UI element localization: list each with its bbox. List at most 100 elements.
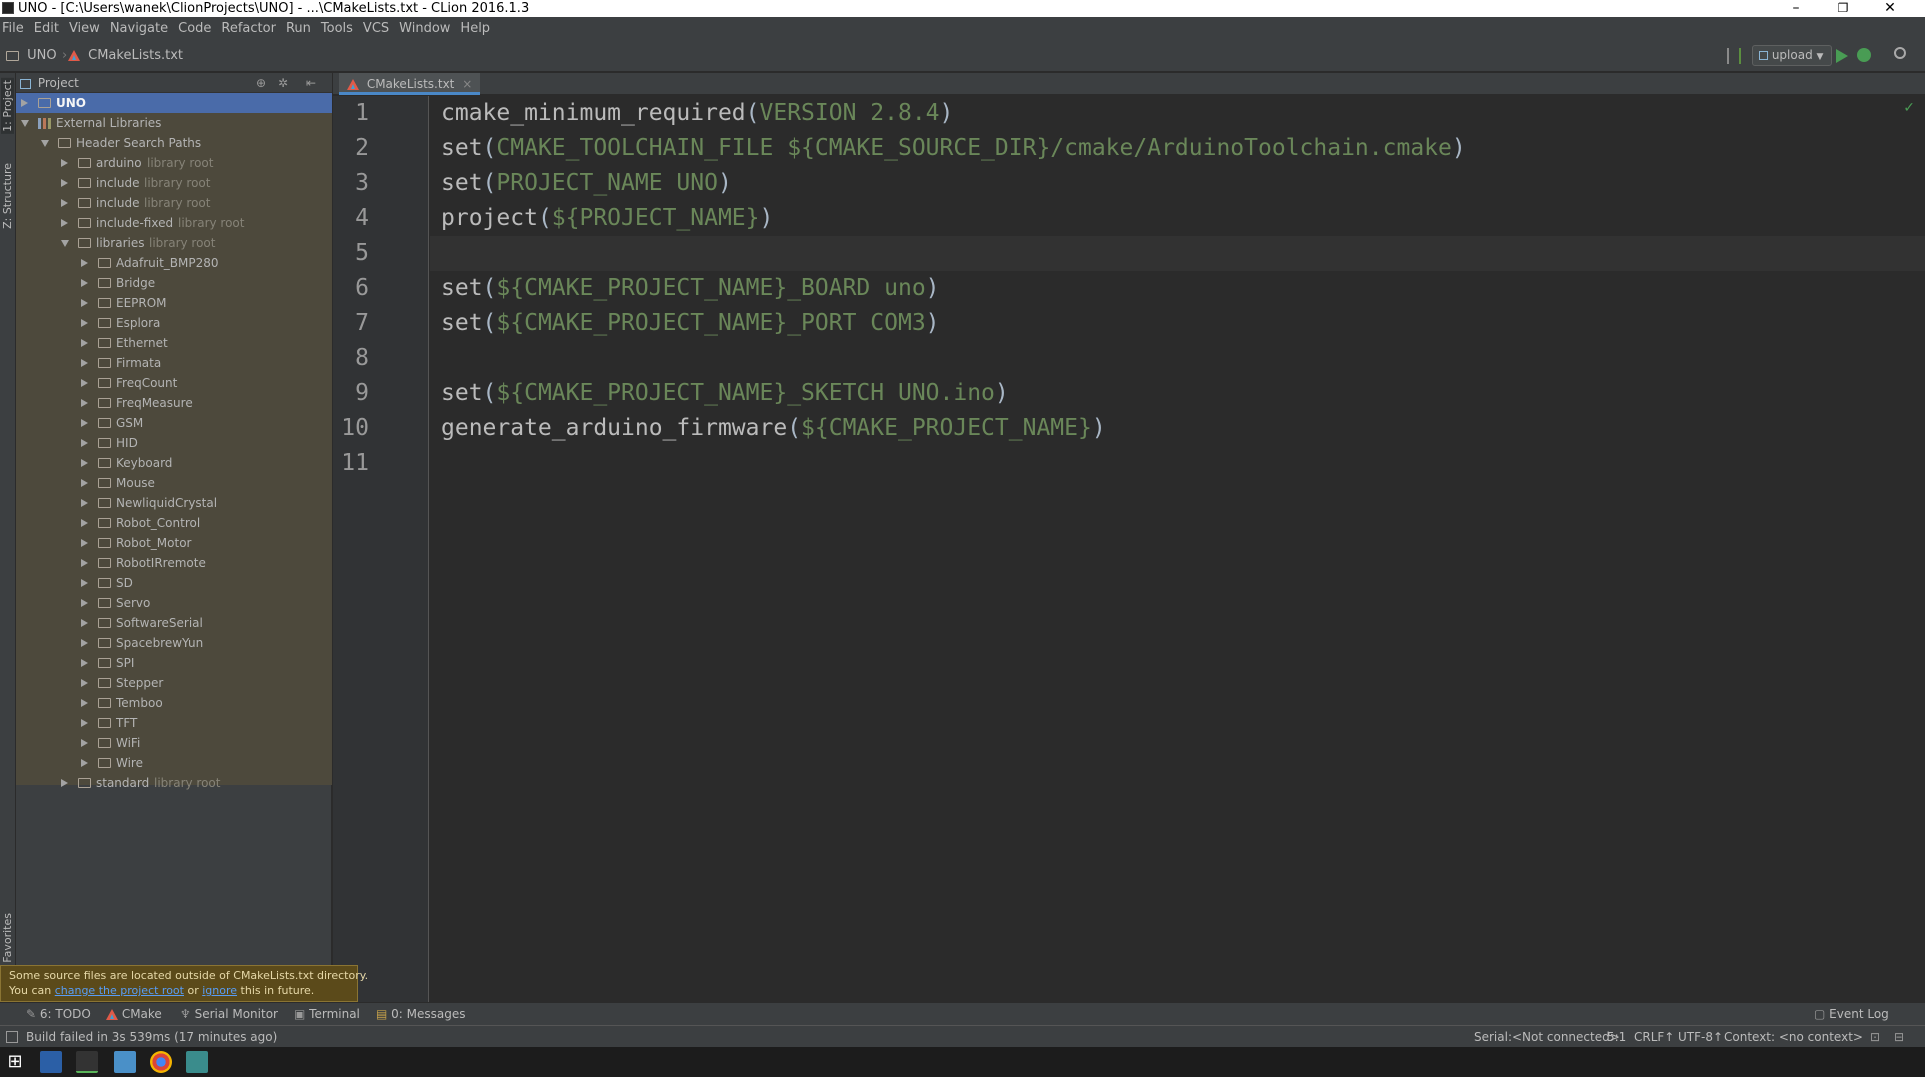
tree-item[interactable]: Esplora [16,313,332,333]
tree-item[interactable]: EEPROM [16,293,332,313]
collapsed-arrow-icon[interactable] [81,759,88,767]
tree-item[interactable]: include library root [16,173,332,193]
breadcrumb-file[interactable]: CMakeLists.txt [68,40,183,72]
menu-refactor[interactable]: Refactor [216,17,281,40]
collapsed-arrow-icon[interactable] [81,619,88,627]
gear-icon[interactable]: ✲ [278,73,288,93]
cmake-tool-button[interactable]: CMake [106,1003,162,1026]
tree-item[interactable]: External Libraries [16,113,332,133]
tree-item[interactable]: WiFi [16,733,332,753]
run-icon[interactable] [1836,49,1848,63]
menu-view[interactable]: View [64,17,105,40]
menu-navigate[interactable]: Navigate [105,17,173,40]
ignore-link[interactable]: ignore [202,984,237,997]
tree-item[interactable]: standard library root [16,773,332,793]
chrome-app-icon[interactable] [150,1051,172,1073]
expanded-arrow-icon[interactable] [41,140,49,147]
tree-item[interactable]: SD [16,573,332,593]
tree-item[interactable]: GSM [16,413,332,433]
collapsed-arrow-icon[interactable] [81,719,88,727]
project-panel-title[interactable]: Project [38,76,79,90]
collapsed-arrow-icon[interactable] [81,339,88,347]
tree-item[interactable]: Servo [16,593,332,613]
collapsed-arrow-icon[interactable] [81,659,88,667]
tree-item[interactable]: RobotIRremote [16,553,332,573]
context-selector[interactable]: Context: <no context> [1724,1026,1863,1048]
tree-item[interactable]: SpacebrewYun [16,633,332,653]
collapsed-arrow-icon[interactable] [61,779,68,787]
menu-code[interactable]: Code [173,17,216,40]
code-line[interactable]: generate_arduino_firmware(${CMAKE_PROJEC… [441,411,1106,446]
tree-item[interactable]: NewliquidCrystal [16,493,332,513]
collapsed-arrow-icon[interactable] [61,219,68,227]
tree-item[interactable]: Stepper [16,673,332,693]
menu-edit[interactable]: Edit [29,17,64,40]
tree-item[interactable]: SPI [16,653,332,673]
debug-icon[interactable] [1857,48,1871,62]
close-tab-icon[interactable]: × [462,77,472,91]
collapsed-arrow-icon[interactable] [81,539,88,547]
collapsed-arrow-icon[interactable] [81,459,88,467]
search-everywhere-icon[interactable] [1894,47,1906,59]
code-line[interactable]: set(${CMAKE_PROJECT_NAME}_PORT COM3) [441,306,940,341]
collapsed-arrow-icon[interactable] [21,99,28,107]
collapsed-arrow-icon[interactable] [61,199,68,207]
arduino-app-icon[interactable] [186,1051,208,1073]
code-line[interactable]: project(${PROJECT_NAME}) [441,201,773,236]
restore-button[interactable]: ❐ [1820,0,1866,17]
minimize-button[interactable]: – [1773,0,1819,17]
notepad-app-icon[interactable] [114,1051,136,1073]
tree-item[interactable]: HID [16,433,332,453]
tree-item[interactable]: Temboo [16,693,332,713]
todo-tool-button[interactable]: ✎ 6: TODO [26,1003,91,1026]
terminal-tool-button[interactable]: ▣ Terminal [294,1003,360,1026]
tree-item[interactable]: Wire [16,753,332,773]
collapsed-arrow-icon[interactable] [61,159,68,167]
collapsed-arrow-icon[interactable] [81,639,88,647]
tree-item[interactable]: include library root [16,193,332,213]
tree-item[interactable]: Firmata [16,353,332,373]
tree-item[interactable]: UNO [16,93,332,113]
line-separator[interactable]: CRLF↑ [1634,1026,1674,1048]
tree-item[interactable]: SoftwareSerial [16,613,332,633]
collapsed-arrow-icon[interactable] [81,299,88,307]
collapsed-arrow-icon[interactable] [81,359,88,367]
collapsed-arrow-icon[interactable] [81,739,88,747]
file-encoding[interactable]: UTF-8↑ [1678,1026,1723,1048]
expanded-arrow-icon[interactable] [21,120,29,127]
close-window-button[interactable]: ✕ [1867,0,1913,17]
tree-item[interactable]: Mouse [16,473,332,493]
collapsed-arrow-icon[interactable] [81,419,88,427]
sync-icon[interactable]: ⊕ [256,73,266,93]
code-editor[interactable]: 1 2 3 4 5 6 7 8 9 10 11 cmake_minimum_required(VER… [333,96,1925,1013]
collapsed-arrow-icon[interactable] [81,479,88,487]
tree-item[interactable]: TFT [16,713,332,733]
tool-windows-icon[interactable] [6,1031,18,1043]
structure-tool-button[interactable]: Z: Structure [1,163,14,229]
hide-panel-icon[interactable]: ⇤ [306,73,316,93]
menu-run[interactable]: Run [281,17,316,40]
code-line[interactable]: set(${CMAKE_PROJECT_NAME}_SKETCH UNO.ino… [441,376,1009,411]
collapsed-arrow-icon[interactable] [81,699,88,707]
clion-app-icon[interactable] [76,1051,98,1073]
messages-tool-button[interactable]: ▤ 0: Messages [376,1003,466,1026]
serial-monitor-tool-button[interactable]: ♆ Serial Monitor [180,1003,278,1026]
collapsed-arrow-icon[interactable] [81,259,88,267]
collapsed-arrow-icon[interactable] [81,319,88,327]
menu-file[interactable]: File [0,17,29,40]
tree-item[interactable]: Bridge [16,273,332,293]
menu-window[interactable]: Window [394,17,455,40]
collapsed-arrow-icon[interactable] [81,559,88,567]
change-project-root-link[interactable]: change the project root [55,984,184,997]
serial-status[interactable]: Serial:<Not connected> [1474,1026,1620,1048]
collapsed-arrow-icon[interactable] [81,679,88,687]
code-line[interactable]: cmake_minimum_required(VERSION 2.8.4) [441,96,953,131]
project-tool-button[interactable]: 1: Project [1,78,14,134]
collapsed-arrow-icon[interactable] [81,499,88,507]
tree-item[interactable]: include-fixed library root [16,213,332,233]
collapsed-arrow-icon[interactable] [81,599,88,607]
collapsed-arrow-icon[interactable] [81,439,88,447]
code-line[interactable]: set(${CMAKE_PROJECT_NAME}_BOARD uno) [441,271,940,306]
collapsed-arrow-icon[interactable] [81,379,88,387]
event-log-tool-button[interactable]: ▢ Event Log [1814,1003,1889,1026]
